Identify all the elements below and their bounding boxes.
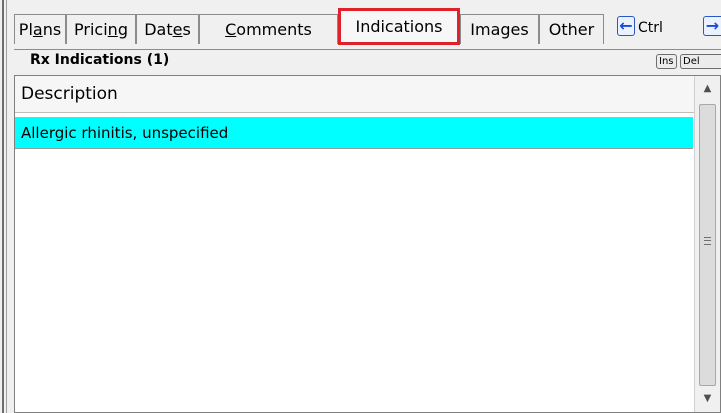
arrow-right-icon[interactable]: → bbox=[703, 16, 721, 36]
vertical-scrollbar[interactable]: ▲ ▼ bbox=[694, 76, 720, 412]
scroll-down-icon[interactable]: ▼ bbox=[695, 388, 720, 410]
tab-dates[interactable]: Dates bbox=[136, 14, 199, 44]
arrow-left-icon[interactable]: ← bbox=[617, 16, 635, 36]
panel-title: Rx Indications (1) bbox=[30, 52, 170, 68]
scroll-thumb[interactable] bbox=[699, 104, 716, 386]
delete-button[interactable]: Del bbox=[680, 54, 721, 69]
tab-comments[interactable]: Comments bbox=[199, 14, 338, 44]
tab-other[interactable]: Other bbox=[539, 14, 604, 44]
ctrl-label: Ctrl bbox=[638, 20, 663, 36]
row-description: Allergic rhinitis, unspecified bbox=[21, 124, 229, 142]
tab-plans[interactable]: Plans bbox=[14, 14, 66, 44]
tab-images[interactable]: Images bbox=[460, 14, 539, 44]
insert-button[interactable]: Ins bbox=[656, 54, 677, 69]
table-row[interactable]: Allergic rhinitis, unspecified bbox=[15, 117, 693, 149]
indications-grid: Description Allergic rhinitis, unspecifi… bbox=[14, 75, 721, 413]
window-border bbox=[0, 0, 7, 413]
panel-header: Rx Indications (1) Ins Del bbox=[14, 49, 721, 73]
grip-icon bbox=[704, 237, 711, 245]
scroll-up-icon[interactable]: ▲ bbox=[695, 78, 720, 100]
tab-pricing[interactable]: Pricing bbox=[66, 14, 136, 44]
tab-indications[interactable]: Indications bbox=[338, 8, 460, 45]
app-window: Plans Pricing Dates Comments Indications… bbox=[0, 0, 721, 413]
column-header-description[interactable]: Description bbox=[15, 76, 695, 113]
